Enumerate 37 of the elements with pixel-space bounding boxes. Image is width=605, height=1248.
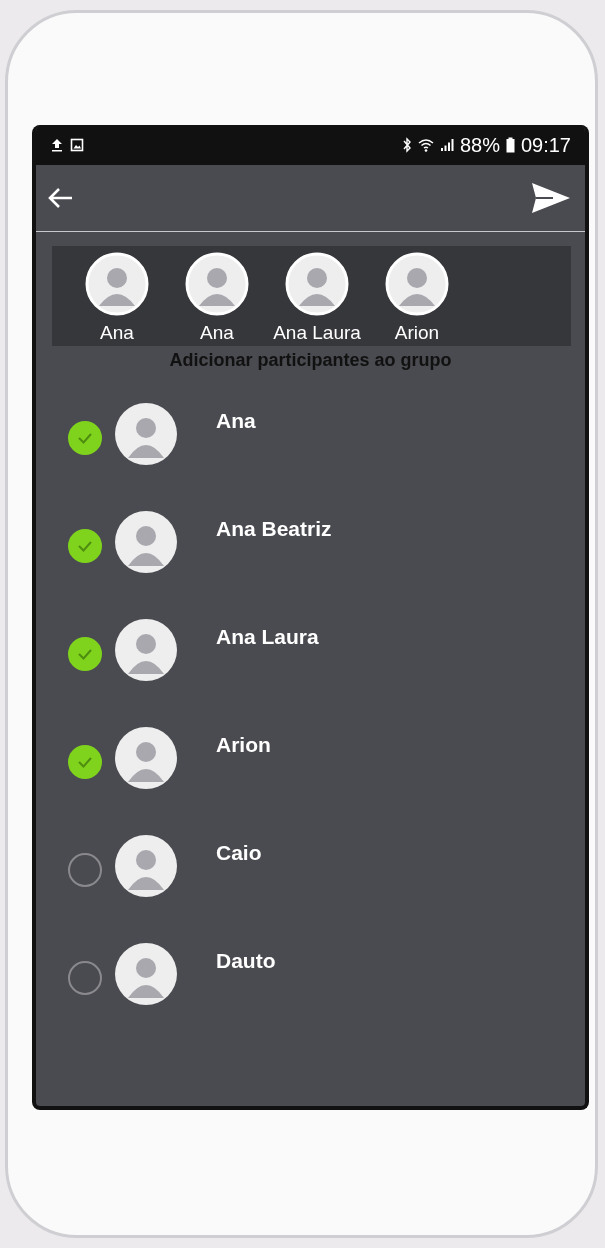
selection-checkbox[interactable] [68, 745, 102, 779]
selection-checkbox[interactable] [68, 853, 102, 887]
avatar-icon [114, 618, 178, 682]
participant-name: Ana Laura [273, 322, 361, 344]
contact-name[interactable]: Arion [216, 733, 271, 757]
wifi-icon [417, 137, 434, 153]
avatar-icon[interactable] [385, 252, 449, 316]
signal-icon [439, 138, 454, 152]
back-arrow-icon[interactable] [46, 186, 74, 210]
contact-name[interactable]: Ana Laura [216, 625, 319, 649]
participant-name: Arion [394, 322, 440, 344]
avatar-icon[interactable] [185, 252, 249, 316]
participant-name: Ana [200, 322, 234, 344]
clock-time: 09:17 [520, 133, 571, 157]
contact-name[interactable]: Ana Beatriz [216, 517, 332, 541]
upload-icon [50, 138, 64, 152]
bluetooth-icon [401, 137, 412, 153]
battery-percentage: 88% [459, 133, 500, 157]
battery-icon [505, 137, 515, 153]
avatar-icon [114, 834, 178, 898]
selection-checkbox[interactable] [68, 961, 102, 995]
contact-name[interactable]: Dauto [216, 949, 276, 973]
avatar-icon[interactable] [85, 252, 149, 316]
send-icon[interactable] [531, 181, 571, 215]
selection-checkbox[interactable] [68, 637, 102, 671]
contact-name[interactable]: Ana [216, 409, 256, 433]
avatar-icon [114, 726, 178, 790]
selection-checkbox[interactable] [68, 529, 102, 563]
image-icon [70, 138, 84, 152]
avatar-icon[interactable] [285, 252, 349, 316]
selection-checkbox[interactable] [68, 421, 102, 455]
avatar-icon [114, 402, 178, 466]
contact-name[interactable]: Caio [216, 841, 262, 865]
participant-name: Ana [100, 322, 134, 344]
avatar-icon [114, 942, 178, 1006]
section-title: Adicionar participantes ao grupo [168, 350, 453, 371]
avatar-icon [114, 510, 178, 574]
